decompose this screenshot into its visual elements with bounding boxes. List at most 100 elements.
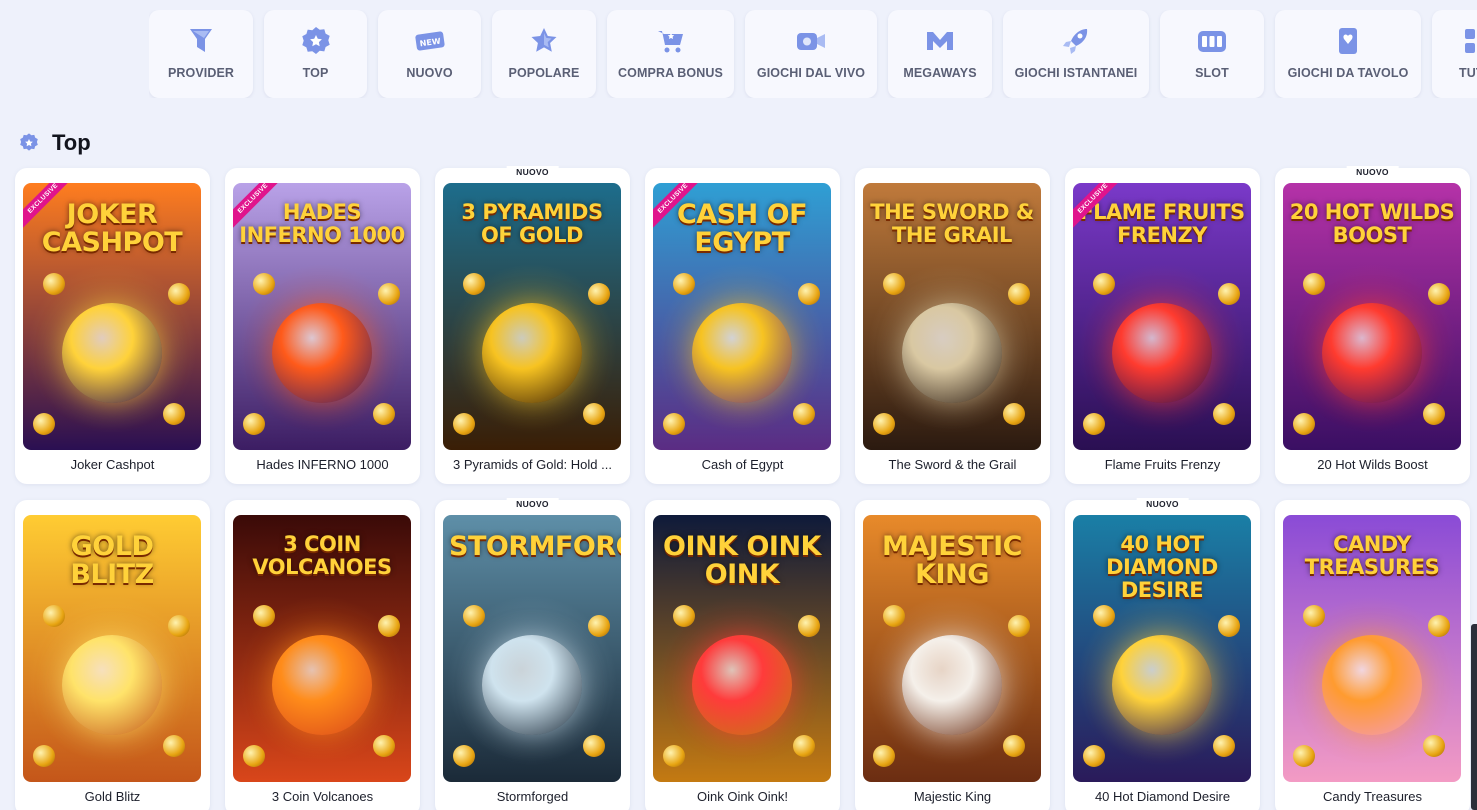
game-thumbnail[interactable]: MAJESTIC KING	[863, 515, 1041, 782]
game-card[interactable]: THE SWORD & THE GRAIL The Sword & the Gra…	[855, 168, 1050, 484]
new-badge: NUOVO	[1346, 166, 1399, 179]
coin-decoration	[1423, 403, 1445, 425]
game-name: Stormforged	[496, 789, 569, 804]
game-name: Joker Cashpot	[70, 457, 155, 472]
scrollbar-thumb[interactable]	[1471, 624, 1477, 810]
game-card[interactable]: FLAME FRUITS FRENZY EXCLUSIVE Flame Fruits…	[1065, 168, 1260, 484]
game-name: Flame Fruits Frenzy	[1104, 457, 1221, 472]
category-popolare[interactable]: POPOLARE	[492, 10, 596, 98]
coin-decoration	[583, 735, 605, 757]
new-icon: NEW	[414, 31, 445, 51]
category-label: GIOCHI DAL VIVO	[756, 66, 866, 80]
new-badge: NUOVO	[506, 498, 559, 511]
coin-decoration	[1083, 745, 1105, 767]
coin-decoration	[1213, 735, 1235, 757]
coin-decoration	[163, 403, 185, 425]
game-thumbnail[interactable]: CANDY TREASURES	[1283, 515, 1461, 782]
coin-decoration	[1213, 403, 1235, 425]
category-giochi-istantanei[interactable]: GIOCHI ISTANTANEI	[1003, 10, 1149, 98]
slot-icon	[1198, 31, 1226, 52]
game-thumbnail[interactable]: 3 PYRAMIDS OF GOLD	[443, 183, 621, 450]
game-emblem	[692, 635, 792, 735]
coin-decoration	[168, 615, 190, 637]
game-thumbnail[interactable]: JOKER CASHPOT EXCLUSIVE	[23, 183, 201, 450]
game-logo-text: 20 HOT WILDS BOOST	[1289, 200, 1455, 247]
game-card[interactable]: CASH OF EGYPT EXCLUSIVE Cash of Egypt	[645, 168, 840, 484]
category-megaways[interactable]: MEGAWAYS	[888, 10, 992, 98]
coin-decoration	[1093, 273, 1115, 295]
new-badge: NUOVO	[1136, 498, 1189, 511]
coin-decoration	[873, 745, 895, 767]
game-thumbnail[interactable]: STORMFORGED	[443, 515, 621, 782]
section-title: Top	[52, 130, 91, 155]
category-slot[interactable]: SLOT	[1160, 10, 1264, 98]
game-card[interactable]: HADES INFERNO 1000 EXCLUSIVE Hades INFERNO…	[225, 168, 420, 484]
game-thumbnail[interactable]: 20 HOT WILDS BOOST	[1283, 183, 1461, 450]
coin-decoration	[43, 605, 65, 627]
category-top[interactable]: TOP	[264, 10, 367, 98]
coin-decoration	[673, 273, 695, 295]
game-card[interactable]: OINK OINK OINK Oink Oink Oink!	[645, 500, 840, 810]
game-thumbnail[interactable]: CASH OF EGYPT EXCLUSIVE	[653, 183, 831, 450]
game-card[interactable]: CANDY TREASURES Candy Treasures	[1275, 500, 1470, 810]
game-artwork: GOLD BLITZ	[23, 515, 201, 782]
game-card[interactable]: 3 PYRAMIDS OF GOLD NUOVO 3 Pyramids of Gol…	[435, 166, 630, 484]
game-card[interactable]: 3 COIN VOLCANOES 3 Coin Volcanoes	[225, 500, 420, 810]
game-artwork: 40 HOT DIAMOND DESIRE	[1073, 515, 1251, 782]
game-emblem	[1112, 303, 1212, 403]
game-emblem	[1112, 635, 1212, 735]
game-name: Hades INFERNO 1000	[256, 457, 389, 472]
game-emblem	[482, 303, 582, 403]
game-card[interactable]: GOLD BLITZ Gold Blitz	[15, 500, 210, 810]
coin-decoration	[243, 745, 265, 767]
category-giochi-dal-vivo[interactable]: GIOCHI DAL VIVO	[745, 10, 877, 98]
game-card[interactable]: STORMFORGED NUOVO Stormforged	[435, 498, 630, 810]
category-giochi-da-tavolo[interactable]: GIOCHI DA TAVOLO	[1275, 10, 1421, 98]
provider-icon	[190, 29, 212, 52]
category-label: GIOCHI ISTANTANEI	[1014, 66, 1138, 80]
category-label: GIOCHI DA TAVOLO	[1287, 66, 1409, 80]
game-card[interactable]: 20 HOT WILDS BOOST NUOVO 20 Hot Wilds Boos…	[1275, 166, 1470, 484]
game-logo-text: STORMFORGED	[449, 531, 621, 562]
top-badge-icon	[20, 133, 38, 151]
category-compra-bonus[interactable]: COMPRA BONUS	[607, 10, 734, 98]
coin-decoration	[1303, 605, 1325, 627]
coin-decoration	[453, 745, 475, 767]
category-nuovo[interactable]: NEW NUOVO	[378, 10, 481, 98]
game-thumbnail[interactable]: 40 HOT DIAMOND DESIRE	[1073, 515, 1251, 782]
category-label: COMPRA BONUS	[618, 66, 723, 80]
game-emblem	[692, 303, 792, 403]
game-name: Majestic King	[913, 789, 992, 804]
game-card[interactable]: JOKER CASHPOT EXCLUSIVE Joker Cashpot	[15, 168, 210, 484]
game-name: 20 Hot Wilds Boost	[1317, 457, 1428, 472]
game-artwork: 3 PYRAMIDS OF GOLD	[443, 183, 621, 450]
game-card[interactable]: 40 HOT DIAMOND DESIRE NUOVO 40 Hot Diamond…	[1065, 498, 1260, 810]
game-thumbnail[interactable]: HADES INFERNO 1000 EXCLUSIVE	[233, 183, 411, 450]
star-icon	[531, 28, 557, 52]
game-thumbnail[interactable]: FLAME FRUITS FRENZY EXCLUSIVE	[1073, 183, 1251, 450]
section-header: Top	[18, 130, 91, 156]
game-logo-text: THE SWORD & THE GRAIL	[870, 200, 1034, 247]
coin-decoration	[373, 735, 395, 757]
game-thumbnail[interactable]: OINK OINK OINK	[653, 515, 831, 782]
coin-decoration	[798, 615, 820, 637]
coin-decoration	[43, 273, 65, 295]
game-thumbnail[interactable]: THE SWORD & THE GRAIL	[863, 183, 1041, 450]
game-card[interactable]: MAJESTIC KING Majestic King	[855, 500, 1050, 810]
game-emblem	[272, 635, 372, 735]
game-logo-text: GOLD BLITZ	[70, 531, 154, 590]
category-label: MEGAWAYS	[903, 66, 977, 80]
coin-decoration	[1008, 283, 1030, 305]
coin-decoration	[883, 605, 905, 627]
game-emblem	[272, 303, 372, 403]
game-thumbnail[interactable]: GOLD BLITZ	[23, 515, 201, 782]
game-logo-text: 40 HOT DIAMOND DESIRE	[1106, 532, 1218, 602]
game-artwork: CASH OF EGYPT	[653, 183, 831, 450]
game-emblem	[482, 635, 582, 735]
coin-decoration	[1218, 283, 1240, 305]
game-artwork: HADES INFERNO 1000	[233, 183, 411, 450]
game-thumbnail[interactable]: 3 COIN VOLCANOES	[233, 515, 411, 782]
coin-decoration	[793, 735, 815, 757]
category-provider[interactable]: PROVIDER	[149, 10, 253, 98]
category-tutti[interactable]: TUTTI	[1432, 10, 1477, 98]
